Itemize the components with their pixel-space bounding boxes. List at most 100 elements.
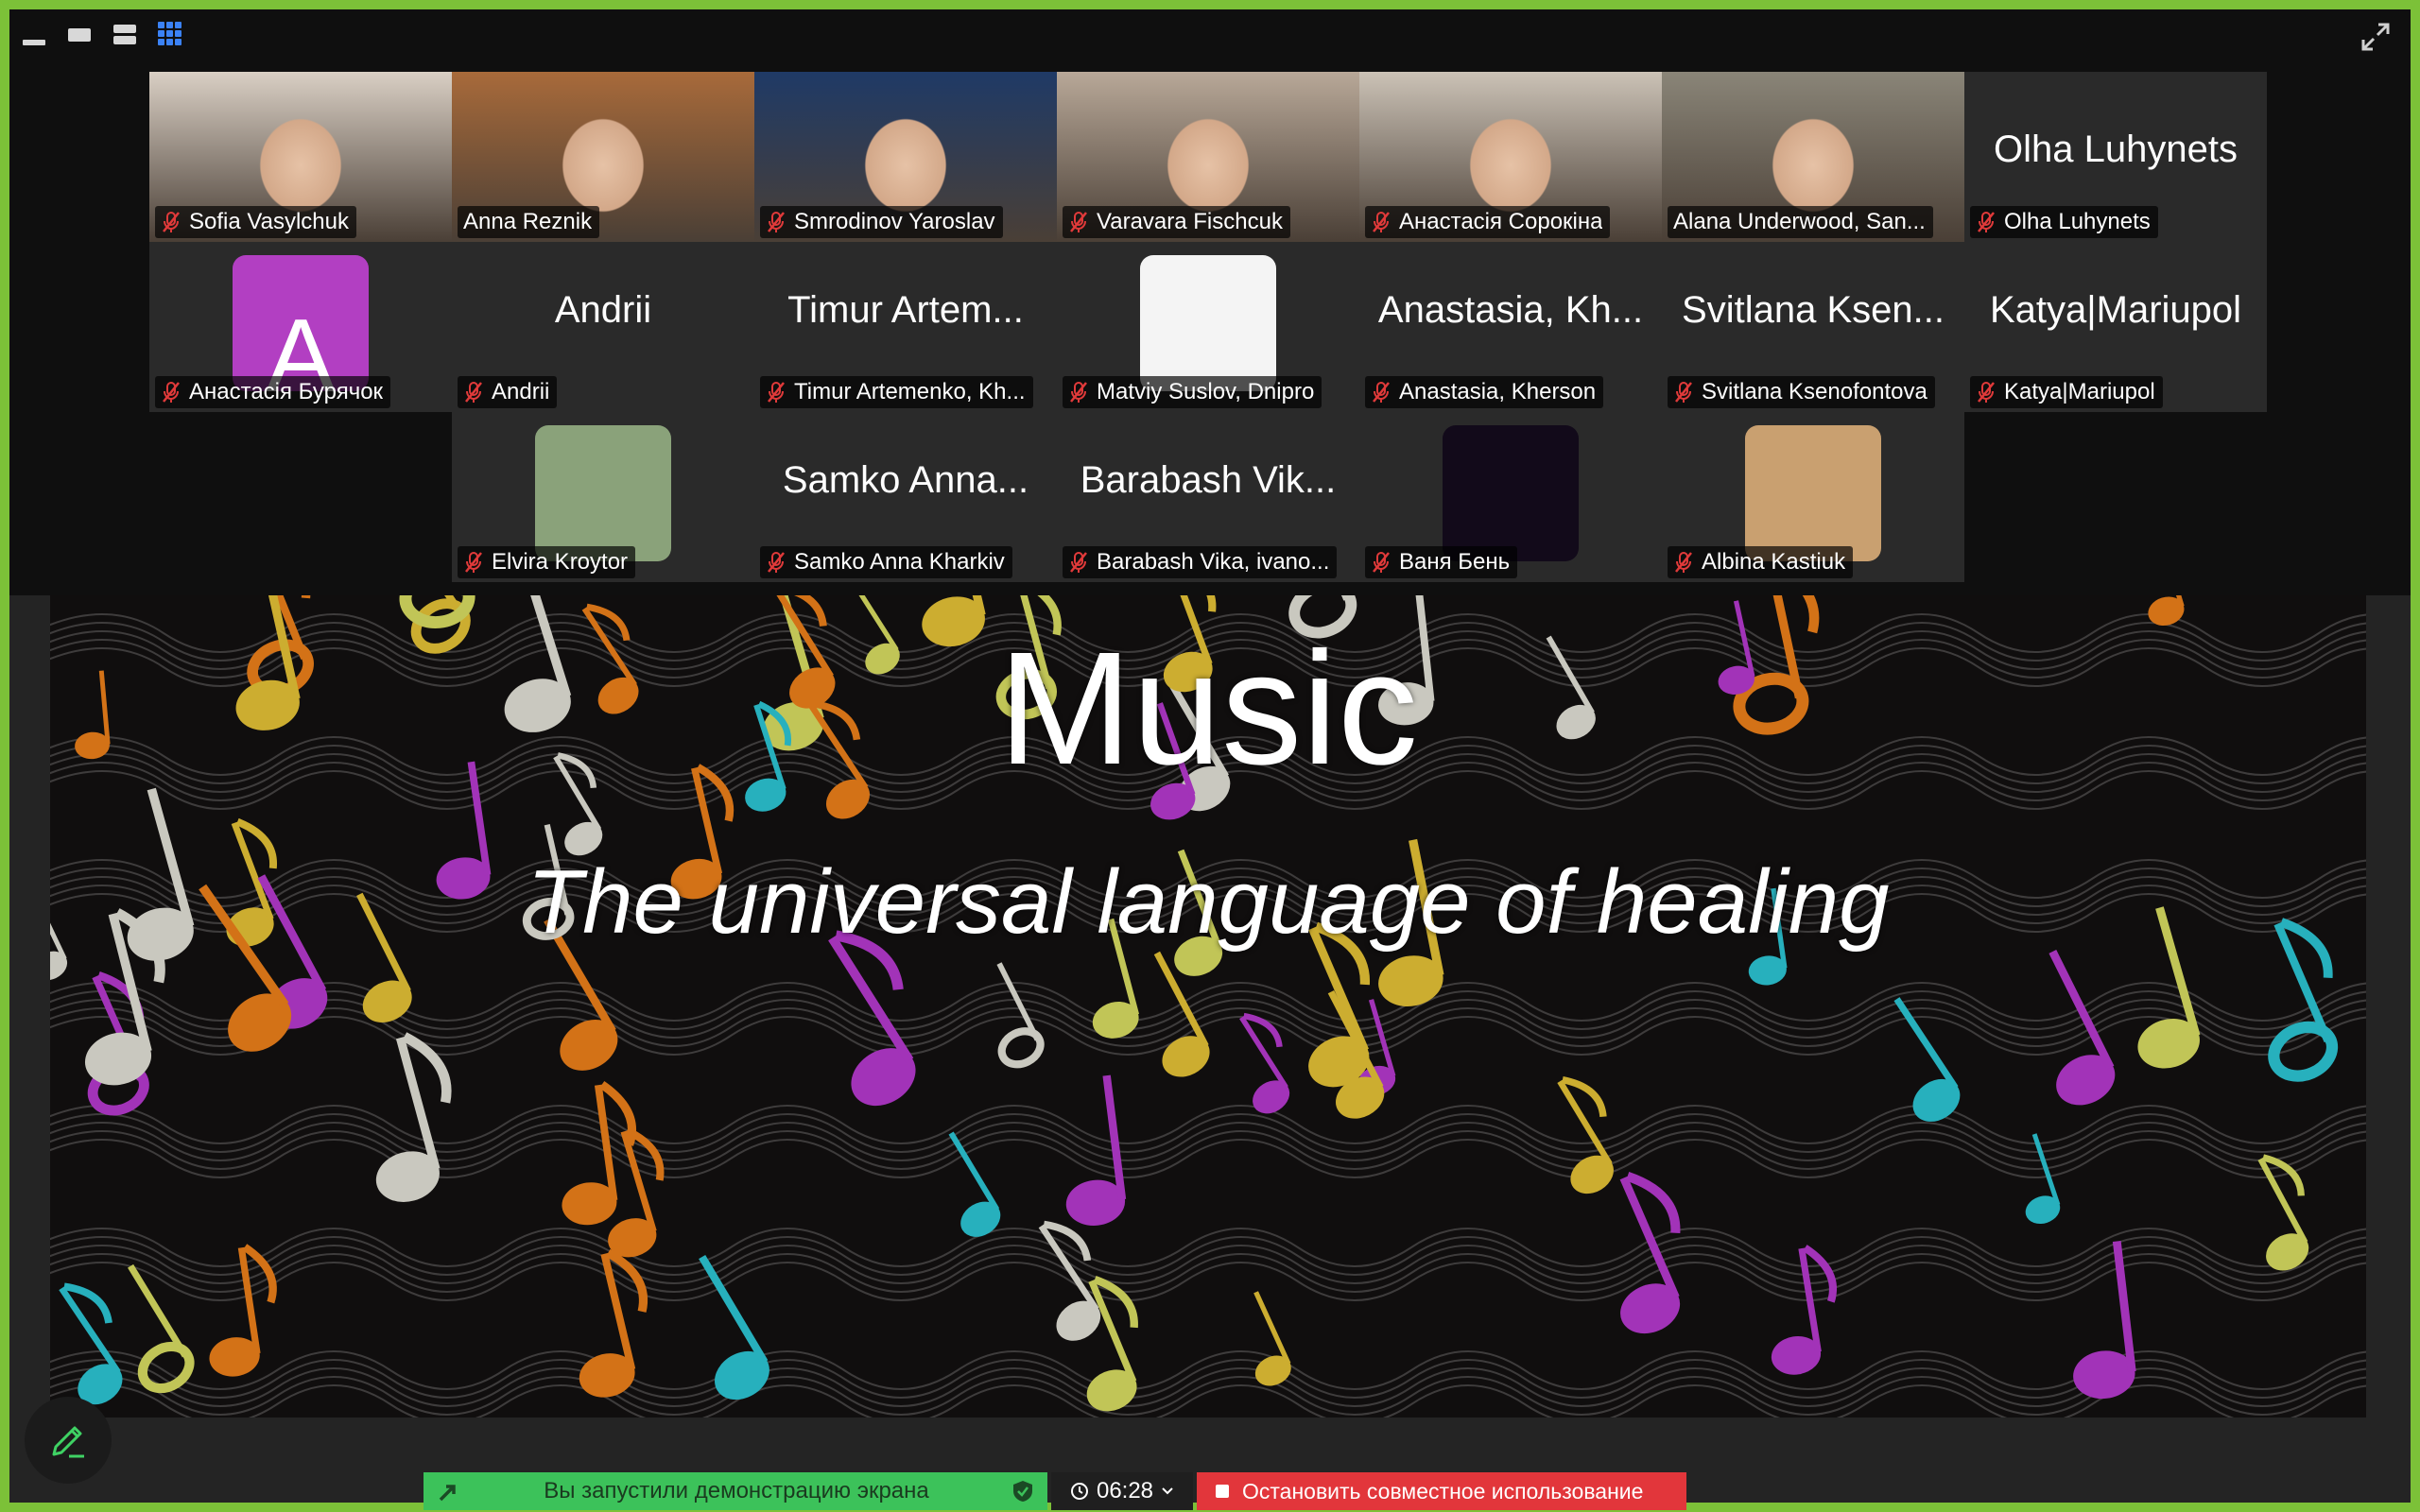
share-timer[interactable]: 06:28 <box>1051 1472 1193 1510</box>
participant-avatar: A <box>233 255 369 391</box>
participant-name-label: Anna Reznik <box>458 206 600 238</box>
meeting-window: Sofia Vasylchuk Anna Reznik Smrodinov Yaro… <box>9 9 2411 1510</box>
stop-icon <box>1216 1485 1229 1498</box>
participant-tile[interactable]: Andrii Andrii <box>452 242 754 412</box>
muted-mic-icon <box>1373 212 1390 232</box>
muted-mic-icon <box>1070 212 1087 232</box>
participant-name-label: Анастасія Сорокіна <box>1365 206 1611 238</box>
participant-tile[interactable]: Varavara Fischcuk <box>1057 72 1359 242</box>
participant-name-label: Anastasia, Kherson <box>1365 376 1604 408</box>
participant-display-name: Katya|Mariupol <box>1989 289 2242 331</box>
participant-avatar <box>535 425 671 561</box>
muted-mic-icon <box>768 212 785 232</box>
participant-name-label: Sofia Vasylchuk <box>155 206 356 238</box>
participant-tile[interactable]: Matviy Suslov, Dnipro <box>1057 242 1359 412</box>
participant-tile[interactable]: Anastasia, Kh... Anastasia, Kherson <box>1359 242 1662 412</box>
participant-name: Ваня Бень <box>1399 549 1511 575</box>
participant-display-name: Barabash Vik... <box>1080 459 1337 501</box>
participant-name: Smrodinov Yaroslav <box>794 209 995 234</box>
participant-tile[interactable]: Barabash Vik... Barabash Vika, ivano... <box>1057 412 1359 582</box>
annotate-button[interactable] <box>25 1397 112 1484</box>
participant-name: Andrii <box>492 379 550 404</box>
participant-tile[interactable]: A Анастасія Бурячок <box>149 242 452 412</box>
participant-display-name: Timur Artem... <box>787 289 1024 331</box>
muted-mic-icon <box>1070 382 1087 403</box>
share-status-banner[interactable]: Вы запустили демонстрацию экрана <box>424 1472 1047 1510</box>
shared-screen: Music The universal language of healing <box>50 595 2366 1418</box>
single-speaker-view-icon[interactable] <box>66 21 93 47</box>
participant-tile[interactable]: Elvira Kroytor <box>452 412 754 582</box>
fullscreen-icon[interactable] <box>2360 21 2392 53</box>
slide-title: Music <box>998 619 1418 799</box>
share-timer-value: 06:28 <box>1096 1478 1154 1503</box>
participant-avatar <box>1140 255 1276 391</box>
screen-share-toolbar: Вы запустили демонстрацию экрана 06:28 О… <box>424 1472 1686 1510</box>
view-controls <box>21 21 183 47</box>
muted-mic-icon <box>1978 212 1995 232</box>
participant-name: Elvira Kroytor <box>492 549 629 575</box>
participant-avatar <box>1745 425 1881 561</box>
muted-mic-icon <box>465 382 482 403</box>
minimize-video-icon[interactable] <box>21 21 47 47</box>
participant-name: Varavara Fischcuk <box>1097 209 1283 234</box>
participant-name: Anna Reznik <box>463 209 593 234</box>
participant-name-label: Katya|Mariupol <box>1970 376 2163 408</box>
participant-tile[interactable]: Albina Kastiuk <box>1662 412 1964 582</box>
muted-mic-icon <box>465 552 482 573</box>
participant-tile[interactable]: Olha Luhynets Olha Luhynets <box>1964 72 2267 242</box>
participant-avatar <box>1443 425 1579 561</box>
participant-name-label: Alana Underwood, San... <box>1668 206 1933 238</box>
participant-tile[interactable]: Timur Artem... Timur Artemenko, Kh... <box>754 242 1057 412</box>
muted-mic-icon <box>1070 552 1087 573</box>
participant-tile[interactable]: Samko Anna... Samko Anna Kharkiv <box>754 412 1057 582</box>
shield-check-icon <box>1013 1481 1032 1502</box>
muted-mic-icon <box>163 382 180 403</box>
stop-share-button[interactable]: Остановить совместное использование <box>1197 1472 1686 1510</box>
chevron-down-icon <box>1162 1487 1173 1495</box>
participant-tile[interactable]: Smrodinov Yaroslav <box>754 72 1057 242</box>
participant-name-label: Анастасія Бурячок <box>155 376 391 408</box>
participant-name-label: Timur Artemenko, Kh... <box>760 376 1033 408</box>
participant-strip: Sofia Vasylchuk Anna Reznik Smrodinov Yaro… <box>9 9 2411 595</box>
participant-name-label: Albina Kastiuk <box>1668 546 1854 578</box>
slide-subtitle: The universal language of healing <box>527 851 1890 953</box>
participant-name-label: Samko Anna Kharkiv <box>760 546 1012 578</box>
participant-name: Alana Underwood, San... <box>1673 209 1926 234</box>
participant-name-label: Andrii <box>458 376 558 408</box>
muted-mic-icon <box>768 382 785 403</box>
participant-name-label: Smrodinov Yaroslav <box>760 206 1003 238</box>
gallery-view-icon[interactable] <box>157 21 183 47</box>
participant-tile[interactable]: Svitlana Ksen... Svitlana Ksenofontova <box>1662 242 1964 412</box>
muted-mic-icon <box>1675 552 1692 573</box>
participant-display-name: Samko Anna... <box>782 459 1029 501</box>
participant-name: Svitlana Ksenofontova <box>1702 379 1927 404</box>
participant-name: Matviy Suslov, Dnipro <box>1097 379 1315 404</box>
participant-name: Barabash Vika, ivano... <box>1097 549 1330 575</box>
participant-name-label: Ваня Бень <box>1365 546 1518 578</box>
muted-mic-icon <box>768 552 785 573</box>
participant-display-name: Andrii <box>554 289 652 331</box>
participant-tile[interactable]: Alana Underwood, San... <box>1662 72 1964 242</box>
participant-display-name: Olha Luhynets <box>1994 129 2238 170</box>
participant-name: Olha Luhynets <box>2004 209 2151 234</box>
participant-tile[interactable]: Sofia Vasylchuk <box>149 72 452 242</box>
muted-mic-icon <box>1675 382 1692 403</box>
participant-name: Анастасія Бурячок <box>189 379 384 404</box>
share-status-text: Вы запустили демонстрацию экрана <box>544 1478 929 1503</box>
muted-mic-icon <box>1373 382 1390 403</box>
participant-name-label: Matviy Suslov, Dnipro <box>1063 376 1322 408</box>
side-by-side-view-icon[interactable] <box>112 21 138 47</box>
participant-tile[interactable]: Anna Reznik <box>452 72 754 242</box>
participant-name-label: Svitlana Ksenofontova <box>1668 376 1935 408</box>
participant-name-label: Barabash Vika, ivano... <box>1063 546 1338 578</box>
participant-name-label: Elvira Kroytor <box>458 546 636 578</box>
participant-name: Sofia Vasylchuk <box>189 209 349 234</box>
participant-name: Katya|Mariupol <box>2004 379 2155 404</box>
participant-tile[interactable]: Katya|Mariupol Katya|Mariupol <box>1964 242 2267 412</box>
participant-tile[interactable]: Ваня Бень <box>1359 412 1662 582</box>
participant-name-label: Varavara Fischcuk <box>1063 206 1290 238</box>
clock-icon <box>1070 1483 1088 1500</box>
participant-name: Анастасія Сорокіна <box>1399 209 1603 234</box>
participant-tile[interactable]: Анастасія Сорокіна <box>1359 72 1662 242</box>
participant-name-label: Olha Luhynets <box>1970 206 2158 238</box>
